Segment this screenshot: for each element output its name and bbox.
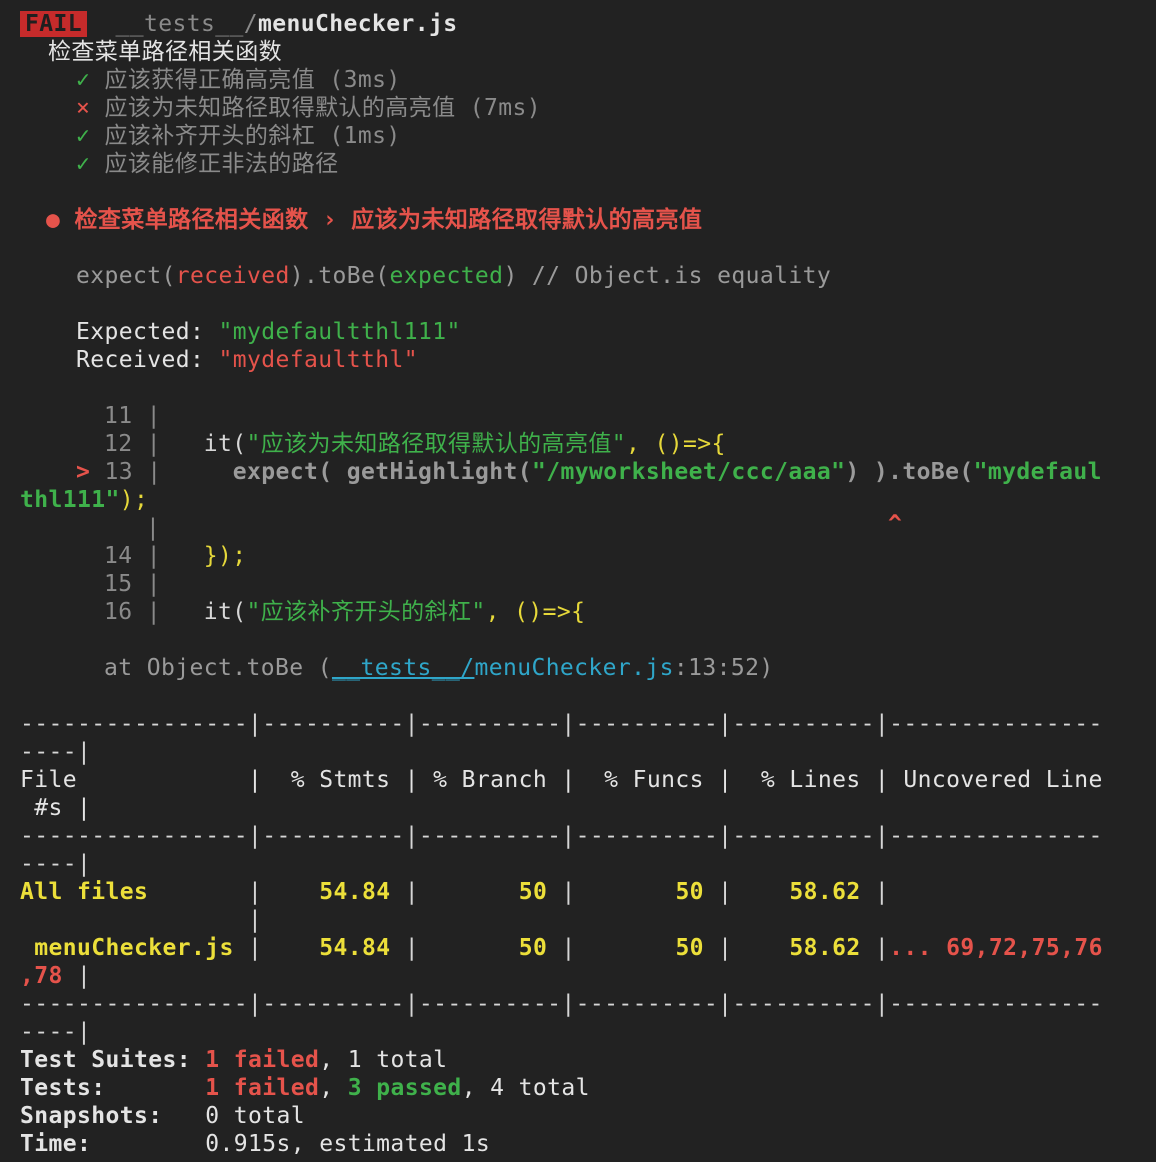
failure-title-row: ● 检查菜单路径相关函数 › 应该为未知路径取得默认的高亮值 bbox=[46, 206, 702, 234]
test-result-row: ✓ 应该补齐开头的斜杠 (1ms) bbox=[76, 122, 401, 150]
stack-trace: at Object.toBe (__tests__/menuChecker.js… bbox=[104, 655, 774, 681]
summary-snapshots: Snapshots: 0 total bbox=[20, 1103, 305, 1129]
coverage-row-wrap: | bbox=[20, 907, 263, 933]
coverage-row-file: menuChecker.js | 54.84 | 50 | 50 | 58.62… bbox=[20, 935, 1103, 961]
bullet-icon: ● bbox=[46, 207, 61, 233]
test-name: 应该补齐开头的斜杠 (1ms) bbox=[104, 123, 401, 149]
code-frame-line-16: 16 | it("应该补齐开头的斜杠", ()=>{ bbox=[104, 599, 586, 625]
test-name: 应该能修正非法的路径 bbox=[104, 151, 339, 177]
coverage-separator-wrap: ----| bbox=[20, 851, 92, 877]
test-result-row: ✓ 应该获得正确高亮值 (3ms) bbox=[76, 66, 401, 94]
code-frame-line-15: 15 | bbox=[104, 571, 161, 597]
pass-check-icon: ✓ bbox=[76, 123, 91, 149]
code-frame-line-12: 12 | it("应该为未知路径取得默认的高亮值", ()=>{ bbox=[104, 431, 726, 457]
summary-time: Time: 0.915s, estimated 1s bbox=[20, 1131, 491, 1157]
expected-row: Expected: "mydefaultthl111" bbox=[76, 318, 461, 346]
coverage-file-name: menuChecker.js bbox=[20, 935, 248, 961]
coverage-row-file-wrap: ,78 | bbox=[20, 963, 92, 989]
matcher-hint: expect(received).toBe(expected) // Objec… bbox=[76, 263, 832, 289]
test-path-dir: __tests__/ bbox=[115, 11, 258, 37]
summary-suites: Test Suites: 1 failed, 1 total bbox=[20, 1047, 448, 1073]
coverage-separator-wrap: ----| bbox=[20, 1019, 92, 1045]
failure-title: 检查菜单路径相关函数 › 应该为未知路径取得默认的高亮值 bbox=[74, 207, 703, 233]
expected-value: "mydefaultthl111" bbox=[218, 319, 461, 345]
received-value: "mydefaultthl" bbox=[218, 347, 418, 373]
coverage-header-wrap: #s | bbox=[20, 795, 92, 821]
expected-label: Expected: bbox=[76, 319, 219, 345]
coverage-separator: ----------------|----------|----------|-… bbox=[20, 711, 1103, 737]
coverage-separator: ----------------|----------|----------|-… bbox=[20, 991, 1103, 1017]
test-name: 应该获得正确高亮值 (3ms) bbox=[104, 67, 401, 93]
code-frame-caret-row: | bbox=[146, 515, 161, 541]
fail-cross-icon: × bbox=[76, 95, 91, 121]
code-frame-line-13-wrap: thl111"); bbox=[20, 487, 149, 513]
code-frame-line-14: 14 | }); bbox=[104, 543, 247, 569]
test-file-header: FAIL __tests__/menuChecker.js bbox=[20, 10, 457, 38]
coverage-file-name: All files bbox=[20, 879, 248, 905]
summary-tests: Tests: 1 failed, 3 passed, 4 total bbox=[20, 1075, 590, 1101]
error-caret-icon: ^ bbox=[888, 511, 903, 537]
uncovered-lines: ... 69,72,75,76 bbox=[889, 935, 1103, 961]
pass-check-icon: ✓ bbox=[76, 151, 91, 177]
test-result-row: ✓ 应该能修正非法的路径 bbox=[76, 150, 339, 178]
test-result-row: × 应该为未知路径取得默认的高亮值 (7ms) bbox=[76, 94, 541, 122]
stack-file-name[interactable]: menuChecker.js bbox=[474, 655, 673, 681]
pass-check-icon: ✓ bbox=[76, 67, 91, 93]
suite-title: 检查菜单路径相关函数 bbox=[48, 39, 282, 65]
coverage-separator-wrap: ----| bbox=[20, 739, 92, 765]
received-label: Received: bbox=[76, 347, 219, 373]
code-frame-line-11: 11 | bbox=[104, 403, 161, 429]
fail-badge: FAIL bbox=[20, 11, 87, 37]
test-path-file: menuChecker.js bbox=[257, 11, 458, 37]
coverage-row-all-files: All files | 54.84 | 50 | 50 | 58.62 | bbox=[20, 879, 890, 905]
test-name: 应该为未知路径取得默认的高亮值 (7ms) bbox=[104, 95, 541, 121]
received-row: Received: "mydefaultthl" bbox=[76, 346, 418, 374]
coverage-header: File | % Stmts | % Branch | % Funcs | % … bbox=[20, 767, 1103, 793]
code-frame-line-13: > 13 | expect( getHighlight("/myworkshee… bbox=[76, 459, 1102, 485]
coverage-separator: ----------------|----------|----------|-… bbox=[20, 823, 1103, 849]
stack-file-link[interactable]: __tests__/ bbox=[332, 655, 474, 681]
error-arrow-icon: > bbox=[76, 459, 91, 485]
terminal-output: FAIL __tests__/menuChecker.js 检查菜单路径相关函数… bbox=[0, 0, 1156, 1162]
